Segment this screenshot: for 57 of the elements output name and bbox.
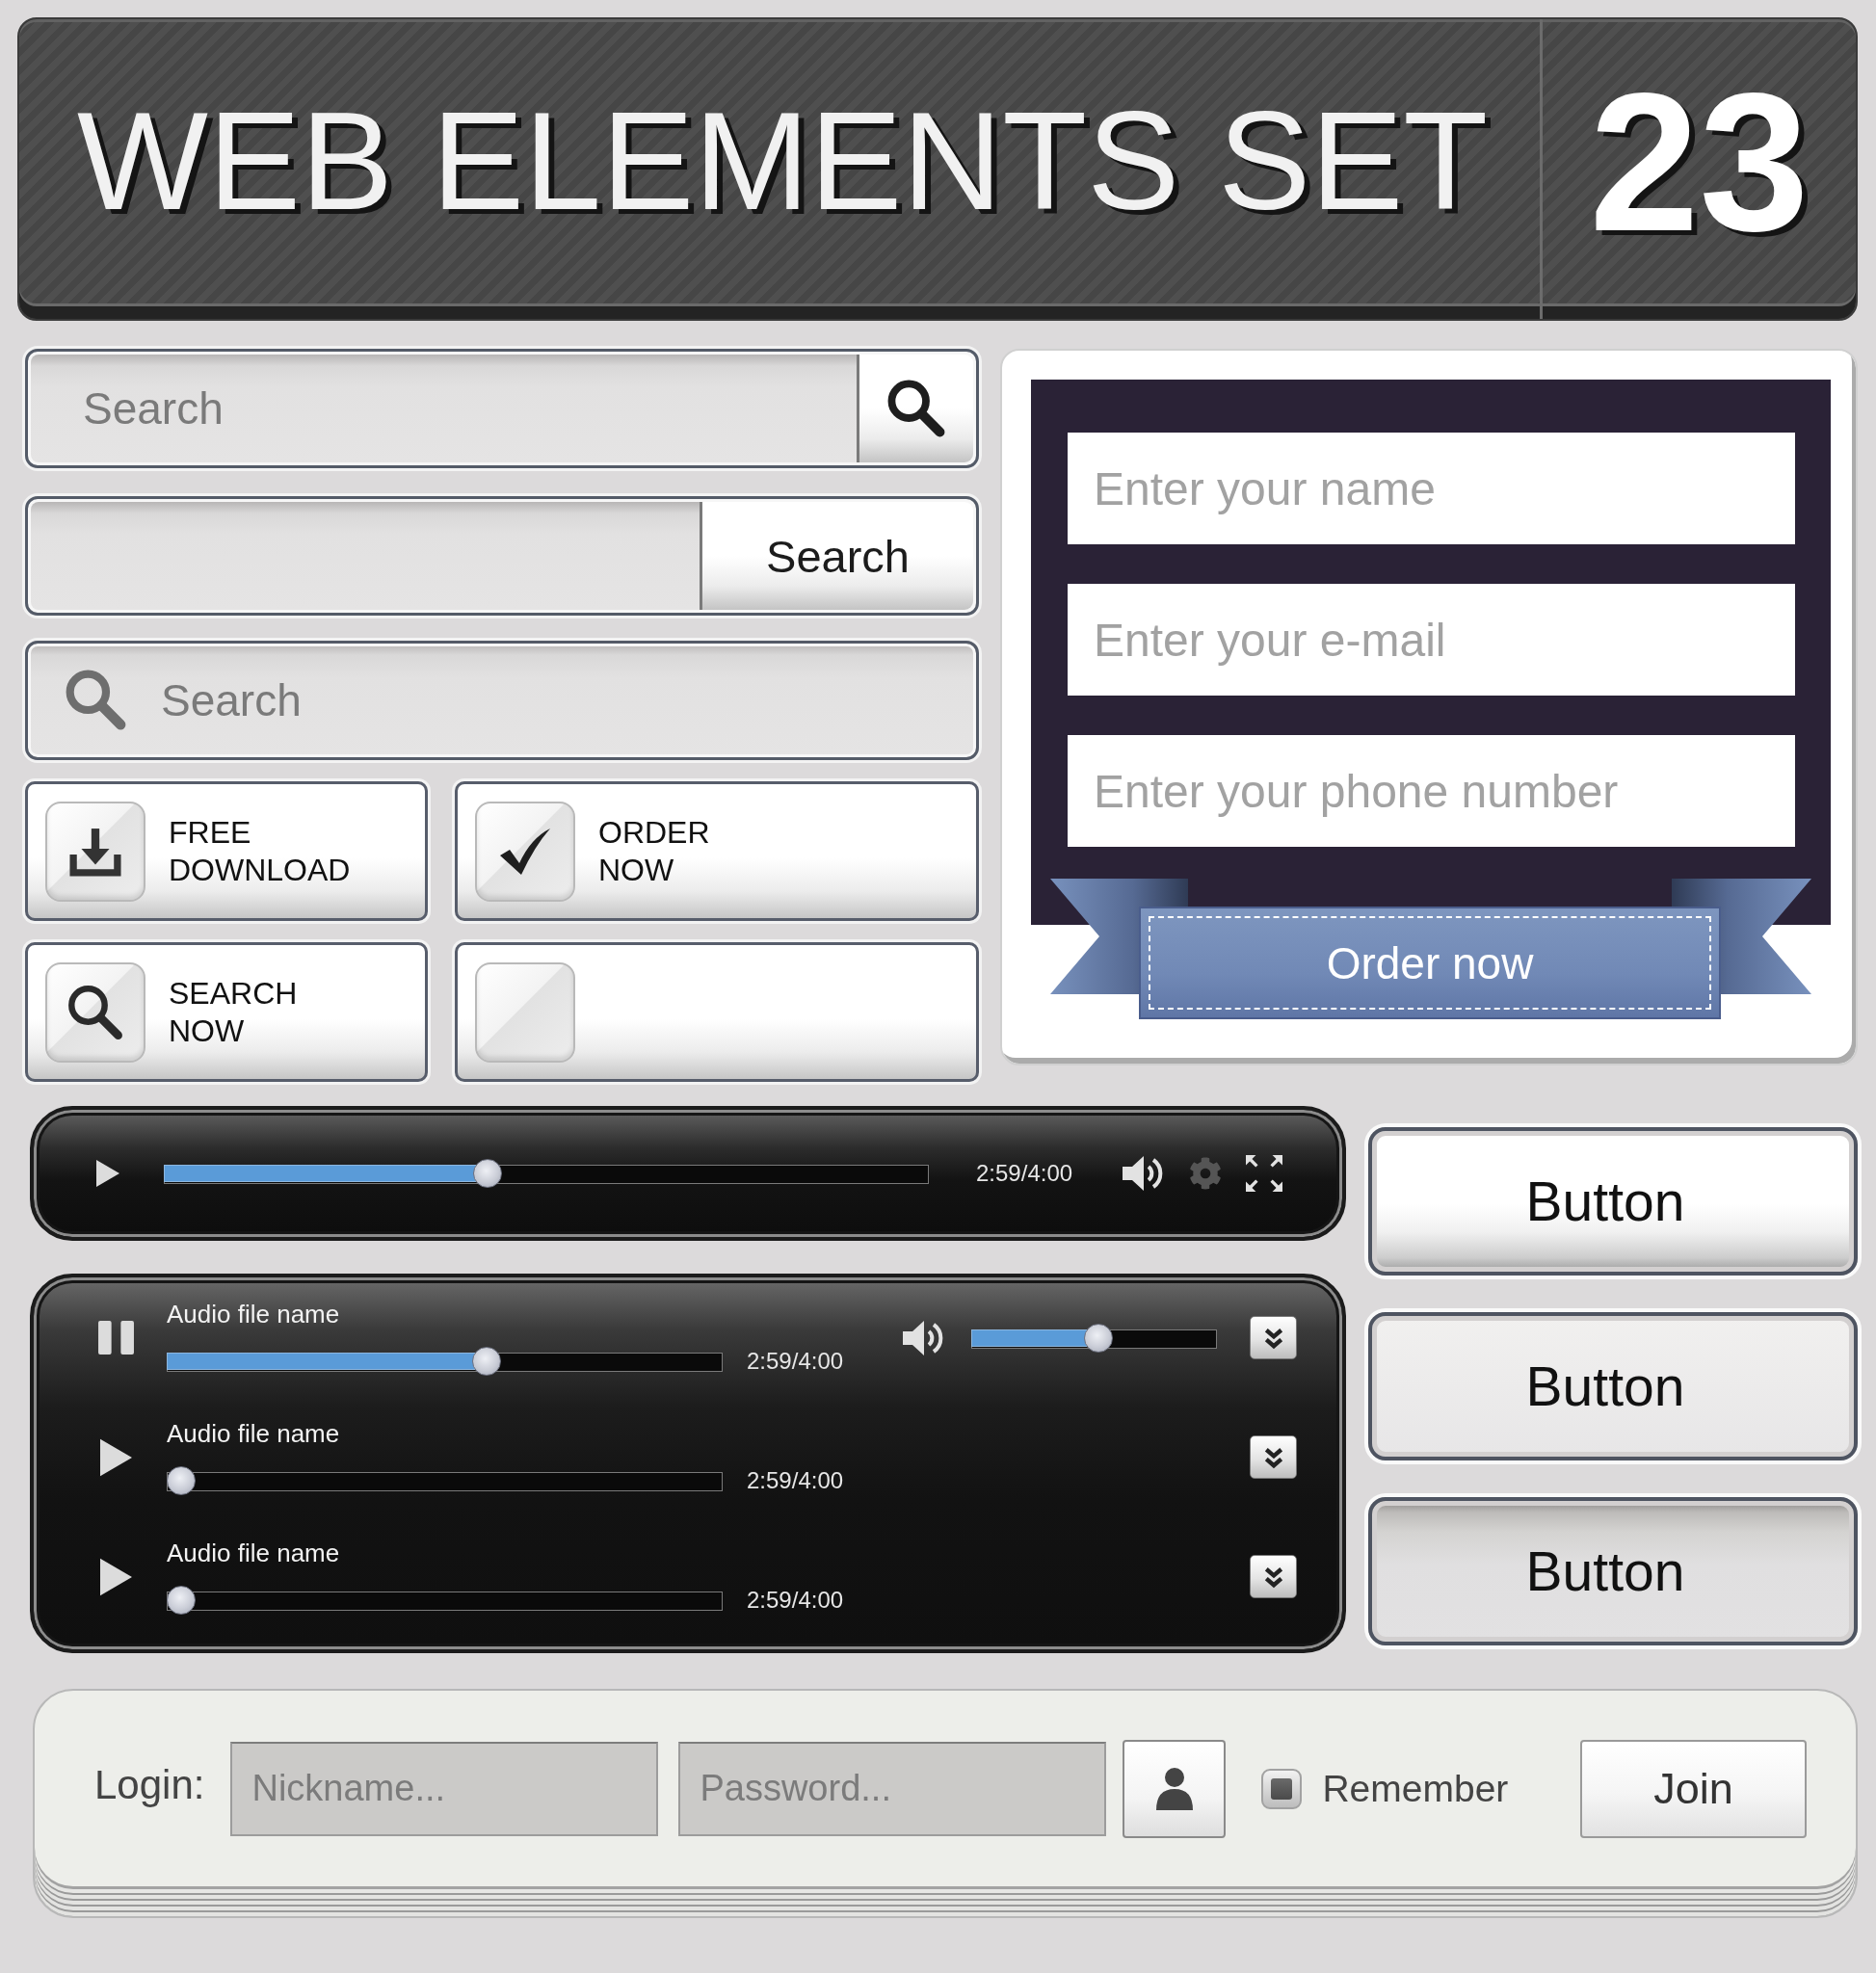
fullscreen-icon[interactable] [1246,1155,1283,1192]
slider-thumb[interactable] [167,1586,196,1615]
empty-tile-icon [475,961,575,1063]
slider-thumb[interactable] [1084,1323,1114,1353]
play-icon[interactable] [96,1159,119,1188]
double-chevron-down-icon [1262,1565,1284,1589]
volume-slider[interactable] [971,1323,1218,1353]
track-name: Audio file name [167,1419,341,1448]
user-button[interactable] [1123,1739,1227,1838]
dropdown-button[interactable] [1250,1435,1297,1479]
input-field[interactable]: Enter your phone number [1068,735,1795,847]
checkmark-icon [475,801,575,902]
search-field[interactable]: Search [31,355,857,462]
input-field[interactable]: Enter your e-mail [1068,584,1795,696]
input-field[interactable]: Password... [678,1741,1107,1836]
play-icon[interactable] [99,1557,132,1596]
search-field[interactable] [31,502,700,610]
time-readout: 2:59/4:00 [976,1160,1073,1187]
track-name: Audio file name [167,1300,341,1328]
search-button[interactable] [857,355,973,462]
double-chevron-down-icon [1262,1445,1284,1469]
seek-slider[interactable] [164,1159,929,1188]
remember-label: Remember [1322,1767,1509,1810]
time-readout: 2:59/4:00 [747,1587,844,1614]
track-name: Audio file name [167,1539,341,1567]
dropdown-button[interactable] [1250,1316,1297,1359]
remember-checkbox[interactable] [1261,1768,1303,1809]
search-icon [66,670,126,730]
time-readout: 2:59/4:00 [747,1348,844,1375]
search-button[interactable]: Search [700,502,973,610]
seek-slider[interactable] [167,1347,723,1376]
blank-tile-button[interactable] [455,942,979,1082]
slider-thumb[interactable] [472,1159,502,1188]
tile-button[interactable]: FREE DOWNLOAD [25,781,428,921]
login-label: Login: [94,1761,205,1808]
input-field[interactable]: Nickname... [230,1741,659,1836]
dropdown-button[interactable] [1250,1555,1297,1598]
gear-icon[interactable] [1189,1157,1223,1190]
seek-slider[interactable] [167,1586,723,1615]
tile-button[interactable]: ORDER NOW [455,781,979,921]
set-number: 23 [1589,63,1810,260]
pause-icon[interactable] [97,1321,134,1355]
banner-title: WEB ELEMENTS SET [77,92,1489,231]
tile-button[interactable]: SEARCH NOW [25,942,428,1082]
search-icon [887,380,945,437]
join-button[interactable]: Join [1580,1739,1807,1838]
download-icon [45,801,145,902]
play-icon[interactable] [99,1437,132,1477]
seek-slider[interactable] [167,1466,723,1495]
slider-thumb[interactable] [167,1466,196,1495]
input-field[interactable]: Enter your name [1068,433,1795,544]
search-field[interactable]: Search [25,641,979,760]
slider-thumb[interactable] [472,1347,502,1376]
double-chevron-down-icon [1262,1326,1284,1350]
user-icon [1154,1767,1194,1810]
search-icon [45,961,145,1063]
time-readout: 2:59/4:00 [747,1467,844,1494]
